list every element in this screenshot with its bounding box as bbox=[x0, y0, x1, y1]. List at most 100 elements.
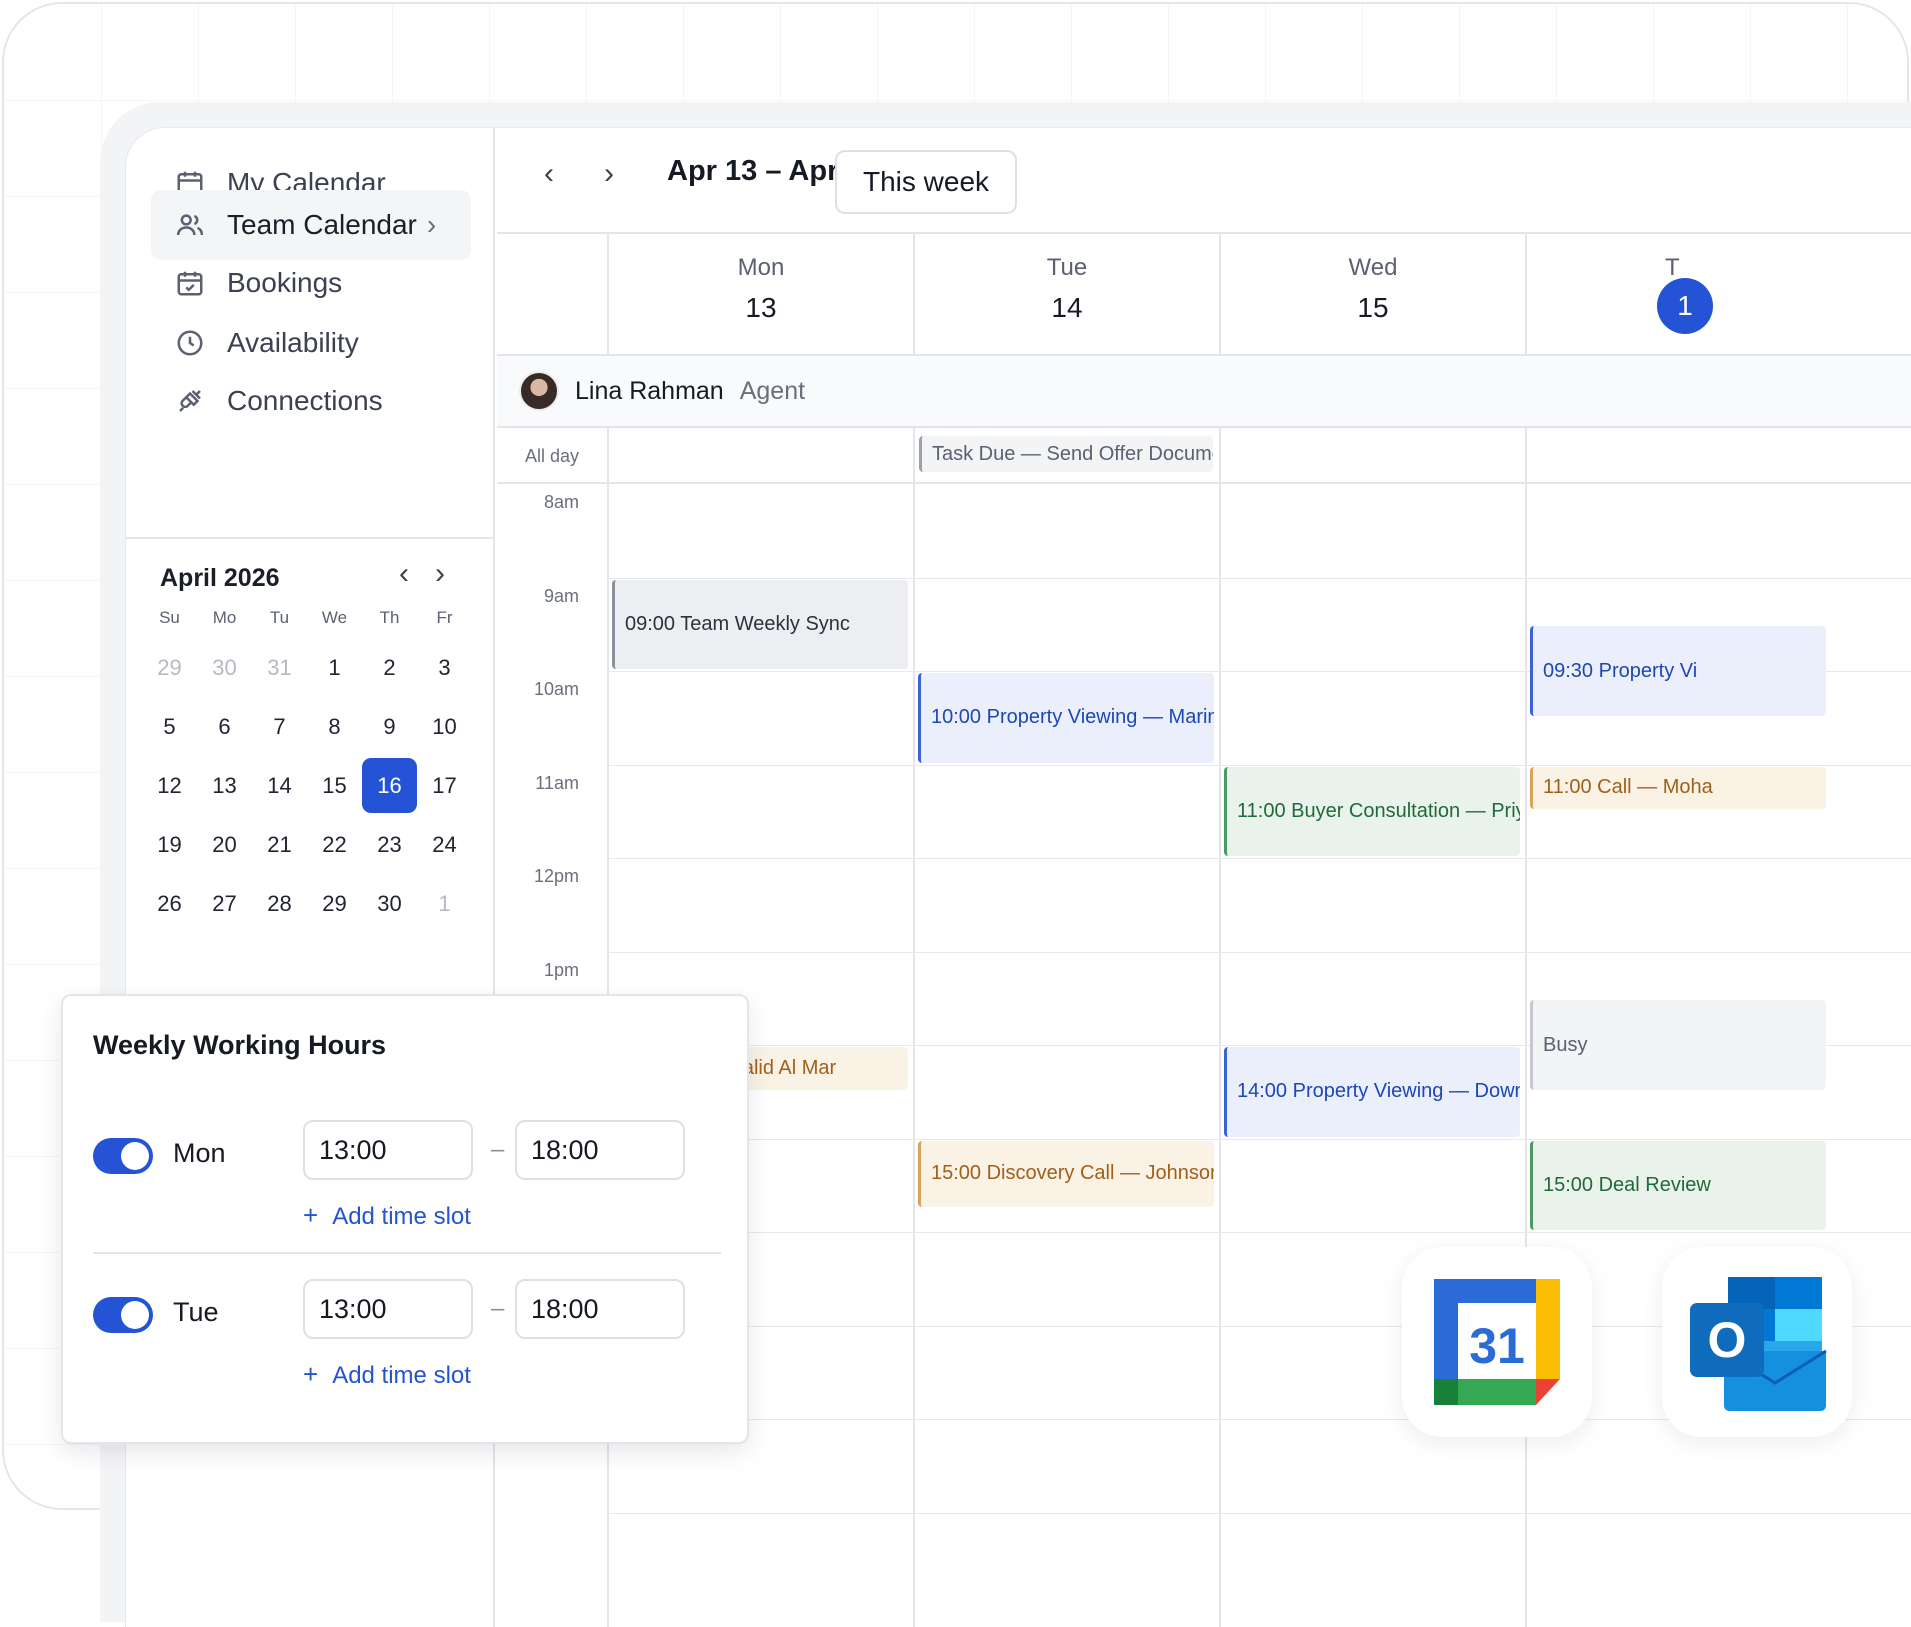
day-number: 15 bbox=[1357, 292, 1389, 323]
day-number: 8 bbox=[328, 713, 341, 739]
day-column-header[interactable]: Mon 13 bbox=[607, 234, 913, 356]
sidebar-item-label: Bookings bbox=[227, 267, 343, 298]
outlook-tile[interactable]: O bbox=[1662, 1247, 1852, 1437]
tue-toggle[interactable] bbox=[93, 1297, 153, 1333]
calendar-event[interactable]: 11:00 Call — Moha bbox=[1530, 766, 1826, 810]
mini-calendar-day[interactable]: 6 bbox=[197, 714, 252, 740]
calendar-event[interactable]: 10:00 Property Viewing — Marina To bbox=[918, 673, 1214, 763]
calendar-event[interactable]: 09:30 Property Vi bbox=[1530, 626, 1826, 716]
calendar-event[interactable]: 14:00 Property Viewing — Downtowr bbox=[1224, 1047, 1520, 1137]
event-title: Task Due — Send Offer Documents bbox=[932, 442, 1213, 465]
hour-label: 10am bbox=[533, 679, 579, 699]
hour-label: 1pm bbox=[543, 959, 579, 980]
this-week-button[interactable]: This week bbox=[835, 150, 1017, 214]
day-number: 9 bbox=[383, 713, 396, 739]
tue-add-time-slot-button[interactable]: + Add time slot bbox=[303, 1359, 471, 1390]
tue-end-time-input[interactable]: 18:00 bbox=[515, 1279, 685, 1339]
weekday-label: We bbox=[321, 608, 348, 627]
mini-calendar-day[interactable]: 15 bbox=[307, 773, 362, 799]
mini-calendar-day[interactable]: 29 bbox=[142, 655, 197, 681]
mini-calendar-day[interactable]: 7 bbox=[252, 714, 307, 740]
mini-calendar-day[interactable]: 26 bbox=[142, 891, 197, 917]
mini-calendar-day[interactable]: 12 bbox=[142, 773, 197, 799]
mini-calendar-day[interactable]: 5 bbox=[142, 714, 197, 740]
mon-start-time-input[interactable]: 13:00 bbox=[303, 1120, 473, 1180]
mini-calendar-day[interactable]: 13 bbox=[197, 773, 252, 799]
mon-add-time-slot-button[interactable]: + Add time slot bbox=[303, 1200, 471, 1231]
prev-week-button[interactable]: ‹ bbox=[529, 154, 569, 194]
next-week-button[interactable]: › bbox=[589, 154, 629, 194]
working-hours-title: Weekly Working Hours bbox=[93, 1030, 387, 1060]
mini-calendar-day[interactable]: 1 bbox=[307, 655, 362, 681]
day-number: 2 bbox=[383, 654, 396, 680]
day-number: 23 bbox=[377, 831, 402, 857]
sidebar-item-connections[interactable]: Connections bbox=[151, 366, 471, 436]
day-column-header[interactable]: Wed 15 bbox=[1219, 234, 1525, 356]
mini-calendar-day[interactable]: 30 bbox=[362, 891, 417, 917]
mini-calendar-week: 26 27 28 29 30 1 bbox=[142, 874, 472, 933]
column-divider bbox=[1525, 428, 1527, 1627]
mini-calendar-prev-button[interactable]: ‹ bbox=[386, 556, 422, 592]
all-day-label: All day bbox=[524, 446, 579, 466]
day-name: Mon bbox=[737, 254, 785, 281]
mon-toggle[interactable] bbox=[93, 1138, 153, 1174]
day-number: 29 bbox=[157, 654, 182, 680]
mini-calendar-day[interactable]: 2 bbox=[362, 655, 417, 681]
calendar-event[interactable]: 15:00 Deal Review bbox=[1530, 1140, 1826, 1230]
mini-calendar-day[interactable]: 1 bbox=[417, 891, 472, 917]
weekday-label: Th bbox=[379, 608, 400, 627]
day-column-header[interactable]: Tue 14 bbox=[913, 234, 1219, 356]
hour-line bbox=[607, 951, 1911, 953]
weekday-label: Mo bbox=[212, 608, 237, 627]
grid-line bbox=[4, 100, 1907, 101]
mini-calendar-title: April 2026 bbox=[160, 564, 280, 592]
calendar-event[interactable]: Busy bbox=[1530, 1000, 1826, 1090]
users-icon bbox=[176, 214, 204, 236]
calendar-event[interactable]: 09:00 Team Weekly Sync bbox=[612, 579, 908, 669]
hour-label: 11am bbox=[535, 772, 579, 793]
mini-calendar-day[interactable]: 9 bbox=[362, 714, 417, 740]
mini-calendar-day[interactable]: 31 bbox=[252, 655, 307, 681]
mini-calendar-day[interactable]: 28 bbox=[252, 891, 307, 917]
mini-calendar-day[interactable]: 19 bbox=[142, 832, 197, 858]
mini-calendar-day[interactable]: 23 bbox=[362, 832, 417, 858]
event-title: 09:00 Team Weekly Sync bbox=[625, 612, 850, 635]
day-column-header[interactable]: T1 bbox=[1525, 234, 1831, 356]
weekday-label: Fr bbox=[436, 608, 453, 627]
day-number: 28 bbox=[267, 890, 292, 916]
mini-calendar-day[interactable]: 20 bbox=[197, 832, 252, 858]
time-separator: – bbox=[491, 1295, 505, 1322]
google-calendar-tile[interactable]: 31 bbox=[1402, 1247, 1592, 1437]
mini-calendar-day[interactable]: 24 bbox=[417, 832, 472, 858]
plus-icon: + bbox=[303, 1200, 319, 1230]
event-title: 15:00 Discovery Call — Johnson Fam bbox=[931, 1162, 1214, 1185]
day-name: Wed bbox=[1348, 254, 1398, 281]
plus-icon: + bbox=[303, 1359, 319, 1389]
weekday-label: Tu bbox=[269, 608, 290, 627]
mini-calendar-day[interactable]: 10 bbox=[417, 714, 472, 740]
mini-calendar-day[interactable]: 3 bbox=[417, 655, 472, 681]
mini-calendar-day[interactable]: 17 bbox=[417, 773, 472, 799]
calendar-event[interactable]: 15:00 Discovery Call — Johnson Fam bbox=[918, 1140, 1214, 1207]
day-number: 14 bbox=[1051, 292, 1083, 323]
mon-end-time-input[interactable]: 18:00 bbox=[515, 1120, 685, 1180]
all-day-task-event[interactable]: Task Due — Send Offer Documents bbox=[919, 436, 1213, 472]
mini-calendar-day[interactable]: 21 bbox=[252, 832, 307, 858]
event-title: 11:00 Call — Moha bbox=[1543, 776, 1713, 799]
mini-calendar-day[interactable]: 14 bbox=[252, 773, 307, 799]
hour-label: 12pm bbox=[533, 866, 579, 886]
hour-label: 8am bbox=[543, 492, 579, 512]
hour-line bbox=[607, 1232, 1911, 1233]
tue-start-time-input[interactable]: 13:00 bbox=[303, 1279, 473, 1339]
clock-icon bbox=[177, 330, 203, 356]
working-hours-divider bbox=[93, 1252, 721, 1254]
mini-calendar-day[interactable]: 29 bbox=[307, 891, 362, 917]
calendar-event[interactable]: 11:00 Buyer Consultation — Priya Sha bbox=[1224, 766, 1520, 856]
mini-calendar-day[interactable]: 30 bbox=[197, 655, 252, 681]
mini-calendar-day[interactable]: 22 bbox=[307, 832, 362, 858]
mini-calendar-day[interactable]: 27 bbox=[197, 891, 252, 917]
day-number: 1 bbox=[328, 654, 341, 680]
mini-calendar-day-selected[interactable]: 16 bbox=[362, 758, 417, 813]
mini-calendar-day[interactable]: 8 bbox=[307, 714, 362, 740]
mini-calendar-next-button[interactable]: › bbox=[422, 556, 458, 592]
